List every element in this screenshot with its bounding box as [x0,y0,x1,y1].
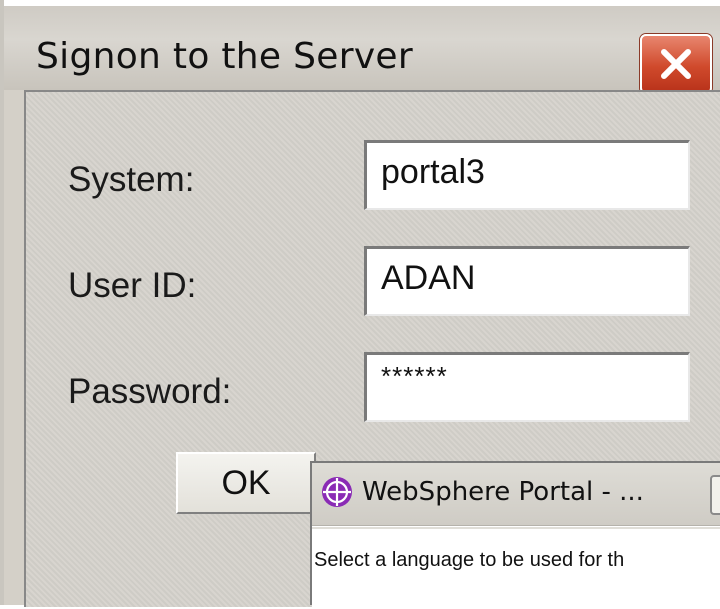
websphere-globe-icon [320,475,354,509]
system-input[interactable]: portal3 [364,140,690,210]
language-prompt: Select a language to be used for th [314,549,625,571]
ok-button[interactable]: OK [176,452,316,514]
user-id-input[interactable]: ADAN [364,246,690,316]
portal-title-button[interactable] [710,475,720,515]
user-id-label: User ID: [68,266,197,305]
portal-dialog-title: WebSphere Portal - ... [362,477,644,507]
title-bar[interactable]: Signon to the Server [4,0,720,94]
system-label: System: [68,160,195,199]
portal-dialog-body: Select a language to be used for th [312,527,720,609]
portal-title-bar[interactable]: WebSphere Portal - ... [312,463,720,526]
close-x-icon [656,44,696,84]
password-label: Password: [68,372,232,411]
dialog-title: Signon to the Server [36,36,413,77]
close-button[interactable] [640,34,712,94]
password-input[interactable]: ****** [364,352,690,422]
websphere-portal-dialog: WebSphere Portal - ... Select a language… [310,461,720,609]
